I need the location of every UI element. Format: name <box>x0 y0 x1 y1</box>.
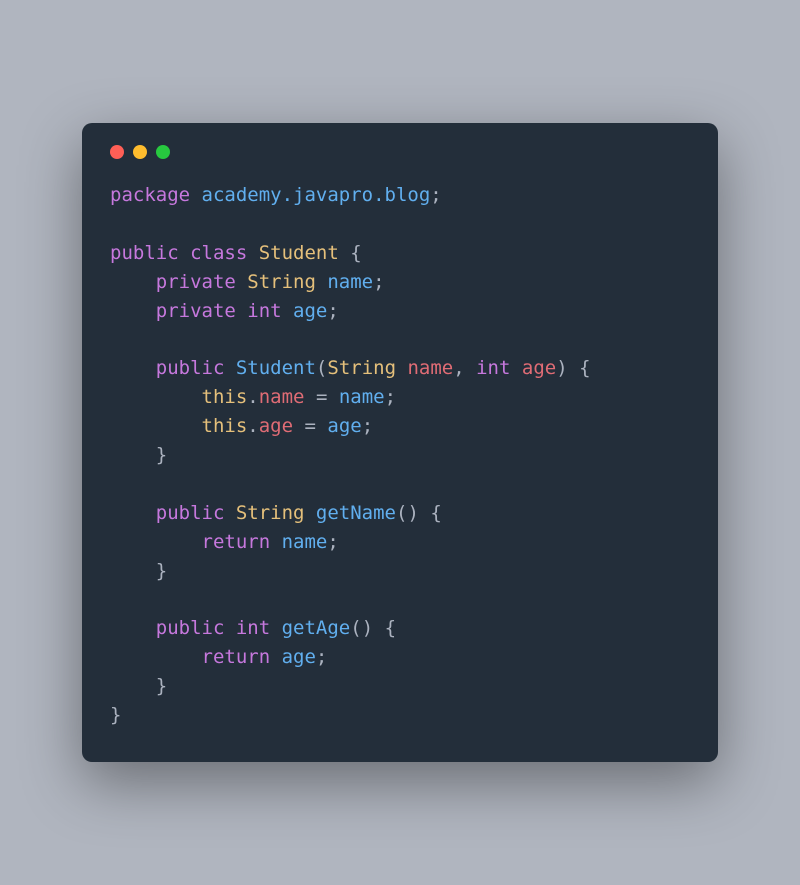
code-line: } <box>110 675 167 697</box>
brace-close: } <box>156 675 167 697</box>
parens: () <box>350 617 373 639</box>
type-string: String <box>236 271 316 293</box>
dot: . <box>247 386 258 408</box>
brace: { <box>373 617 396 639</box>
indent <box>110 560 156 582</box>
indent <box>110 502 156 524</box>
class-name: Student <box>247 242 339 264</box>
comma: , <box>453 357 464 379</box>
value-name: name <box>339 386 385 408</box>
code-line: this.age = age; <box>110 415 373 437</box>
field-name: name <box>316 271 373 293</box>
property-name: name <box>259 386 305 408</box>
param-name: name <box>396 357 453 379</box>
indent <box>110 675 156 697</box>
constructor-name: Student <box>224 357 316 379</box>
keyword-private: private <box>156 300 236 322</box>
keyword-return: return <box>202 646 271 668</box>
indent <box>110 444 156 466</box>
brace: { <box>568 357 591 379</box>
keyword-public: public <box>156 502 225 524</box>
keyword-class: class <box>179 242 248 264</box>
keyword-public: public <box>156 617 225 639</box>
brace: { <box>339 242 362 264</box>
dot: . <box>247 415 258 437</box>
indent <box>110 617 156 639</box>
parens: () <box>396 502 419 524</box>
field-age: age <box>282 300 328 322</box>
return-type: String <box>224 502 304 524</box>
code-line: private String name; <box>110 271 385 293</box>
paren-close: ) <box>556 357 567 379</box>
semicolon: ; <box>327 300 338 322</box>
indent <box>110 646 202 668</box>
param-type: String <box>327 357 396 379</box>
keyword-this: this <box>202 386 248 408</box>
semicolon: ; <box>327 531 338 553</box>
keyword-package: package <box>110 184 190 206</box>
window-titlebar <box>110 145 690 159</box>
package-name: academy.javapro.blog <box>190 184 430 206</box>
code-window: package academy.javapro.blog; public cla… <box>82 123 718 762</box>
return-value: age <box>270 646 316 668</box>
code-block: package academy.javapro.blog; public cla… <box>110 181 690 730</box>
semicolon: ; <box>316 646 327 668</box>
paren-open: ( <box>316 357 327 379</box>
value-age: age <box>327 415 361 437</box>
code-line: public Student(String name, int age) { <box>110 357 591 379</box>
minimize-icon[interactable] <box>133 145 147 159</box>
indent <box>110 386 202 408</box>
indent <box>110 357 156 379</box>
code-line: package academy.javapro.blog; <box>110 184 442 206</box>
maximize-icon[interactable] <box>156 145 170 159</box>
param-age: age <box>510 357 556 379</box>
keyword-this: this <box>202 415 248 437</box>
close-icon[interactable] <box>110 145 124 159</box>
code-line: public class Student { <box>110 242 362 264</box>
property-age: age <box>259 415 293 437</box>
return-value: name <box>270 531 327 553</box>
code-line: return name; <box>110 531 339 553</box>
code-line: } <box>110 444 167 466</box>
semicolon: ; <box>362 415 373 437</box>
code-line: public String getName() { <box>110 502 442 524</box>
indent <box>110 300 156 322</box>
brace-close: } <box>156 560 167 582</box>
indent <box>110 415 202 437</box>
type-int: int <box>236 300 282 322</box>
param-type-int: int <box>465 357 511 379</box>
code-line: public int getAge() { <box>110 617 396 639</box>
indent <box>110 271 156 293</box>
equals: = <box>293 415 327 437</box>
code-line: } <box>110 560 167 582</box>
equals: = <box>305 386 339 408</box>
semicolon: ; <box>385 386 396 408</box>
brace: { <box>419 502 442 524</box>
brace-close: } <box>110 704 121 726</box>
keyword-public: public <box>110 242 179 264</box>
code-line: this.name = name; <box>110 386 396 408</box>
method-getname: getName <box>304 502 396 524</box>
code-line: private int age; <box>110 300 339 322</box>
code-line: } <box>110 704 121 726</box>
brace-close: } <box>156 444 167 466</box>
keyword-private: private <box>156 271 236 293</box>
semicolon: ; <box>373 271 384 293</box>
keyword-return: return <box>202 531 271 553</box>
code-line: return age; <box>110 646 327 668</box>
indent <box>110 531 202 553</box>
method-getage: getAge <box>270 617 350 639</box>
return-type-int: int <box>224 617 270 639</box>
semicolon: ; <box>430 184 441 206</box>
keyword-public: public <box>156 357 225 379</box>
